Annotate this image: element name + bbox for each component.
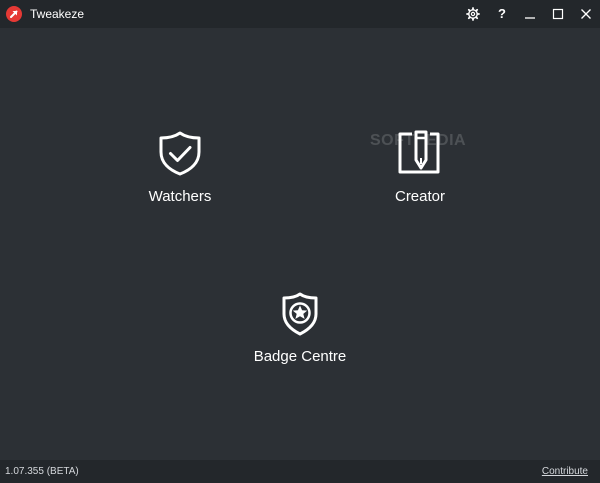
notepad-pen-icon: [398, 130, 440, 174]
shield-check-icon: [159, 131, 201, 176]
status-bar: 1.07.355 (BETA) Contribute: [0, 460, 600, 483]
maximize-button[interactable]: [548, 4, 568, 24]
minimize-icon: [525, 17, 535, 19]
app-window: Tweakeze ? Watchers Creator Badge Centre…: [0, 0, 600, 483]
watchers-label: Watchers: [148, 188, 212, 205]
settings-button[interactable]: [463, 4, 483, 24]
close-button[interactable]: [576, 4, 596, 24]
contribute-link[interactable]: Contribute: [542, 466, 588, 477]
help-button[interactable]: ?: [492, 4, 512, 24]
gear-icon: [466, 7, 480, 21]
window-title: Tweakeze: [30, 7, 85, 21]
badge-centre-label: Badge Centre: [253, 348, 347, 365]
maximize-icon: [552, 8, 564, 20]
close-icon: [581, 9, 591, 19]
badge-centre-tile[interactable]: Badge Centre: [220, 290, 380, 380]
minimize-button[interactable]: [520, 4, 540, 24]
title-bar[interactable]: Tweakeze ?: [0, 0, 600, 28]
version-text: 1.07.355 (BETA): [5, 466, 79, 477]
creator-label: Creator: [394, 188, 446, 205]
creator-tile[interactable]: Creator: [340, 130, 500, 220]
watchers-tile[interactable]: Watchers: [100, 130, 260, 220]
badge-star-icon: [282, 292, 318, 336]
tweakeze-logo-icon: [6, 6, 22, 22]
